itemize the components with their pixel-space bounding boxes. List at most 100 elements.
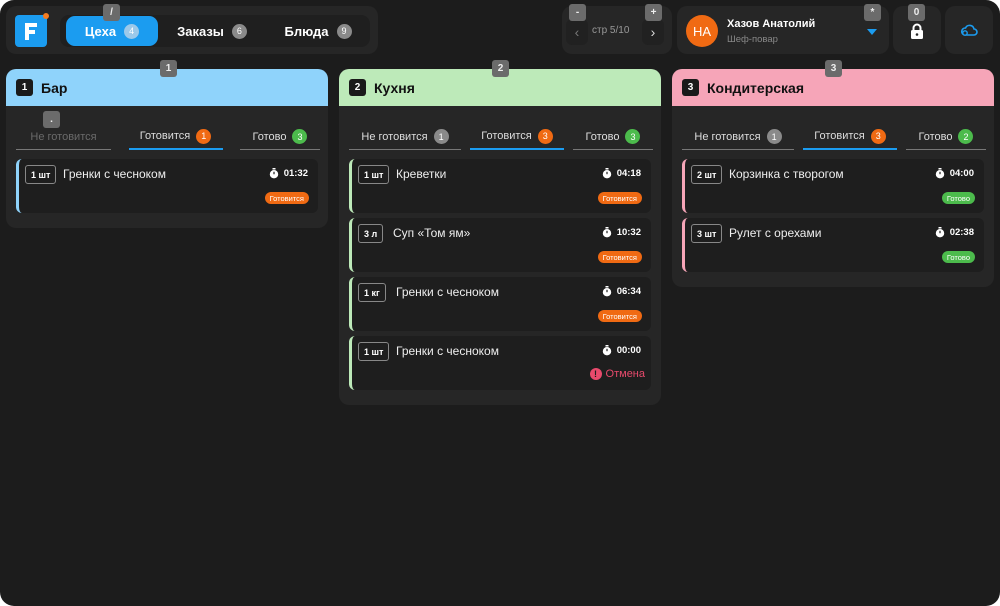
quantity-badge: 3 шт bbox=[691, 224, 723, 243]
dish-name: Корзинка с творогом bbox=[729, 167, 844, 181]
column-title: Кухня bbox=[374, 79, 415, 96]
stopwatch-icon bbox=[935, 168, 944, 179]
tab-label: Блюда bbox=[284, 23, 329, 39]
status-tabs: Не готовится 1 Готовится 3 Готово 3 bbox=[339, 106, 661, 150]
status-tab[interactable]: Готово 2 bbox=[906, 124, 986, 150]
tab-dishes[interactable]: Блюда 9 bbox=[268, 16, 368, 46]
shortcut-hint: 0 bbox=[908, 4, 925, 21]
column-number: 3 bbox=[682, 79, 699, 96]
avatar: НА bbox=[686, 15, 718, 47]
stopwatch-icon bbox=[602, 168, 611, 179]
quantity-badge: 1 шт bbox=[358, 165, 390, 184]
status-tab[interactable]: Готовится 1 bbox=[128, 124, 223, 150]
alert-icon: ! bbox=[589, 368, 602, 380]
lock-icon bbox=[911, 23, 923, 39]
status-tab[interactable]: Не готовится 1 bbox=[349, 124, 461, 150]
order-card[interactable]: 2 шт Корзинка с творогом 04:00 Готово bbox=[682, 159, 984, 213]
timer-value: 01:32 bbox=[283, 168, 308, 179]
status-tab[interactable]: Готово 3 bbox=[573, 124, 653, 150]
tab-label: Не готовится bbox=[694, 130, 761, 143]
order-list: 1 шт Гренки с чесноком 01:32 Готовится bbox=[6, 150, 328, 228]
status-tab[interactable]: Не готовится bbox=[16, 124, 111, 150]
quantity-badge: 1 шт bbox=[358, 342, 390, 361]
tab-count-badge: 1 bbox=[196, 128, 212, 144]
dish-name: Гренки с чесноком bbox=[396, 285, 499, 299]
tab-label: Цеха bbox=[84, 23, 117, 39]
prev-page-button[interactable]: ‹ bbox=[566, 19, 588, 45]
status-badge: Готовится bbox=[264, 192, 309, 204]
column-title: Бар bbox=[41, 79, 68, 96]
shortcut-hint: 3 bbox=[825, 60, 842, 77]
shortcut-hint: + bbox=[645, 4, 662, 21]
order-card[interactable]: 3 шт Рулет с орехами 02:38 Готово bbox=[682, 218, 984, 272]
order-card[interactable]: 1 шт Гренки с чесноком 00:00 ! Отмена bbox=[349, 336, 651, 390]
tab-count-badge: 3 bbox=[292, 129, 308, 144]
stopwatch-icon bbox=[602, 286, 611, 297]
tab-label: Готовится bbox=[481, 130, 532, 142]
timer: 02:38 bbox=[935, 227, 974, 238]
tab-count-badge: 1 bbox=[433, 129, 449, 144]
status-label: Отмена bbox=[605, 368, 645, 380]
stopwatch-icon bbox=[935, 227, 944, 238]
status-badge: Готовится bbox=[597, 251, 642, 263]
workshop-column-bar: 1 Бар Не готовится Готовится 1 Готово 3 … bbox=[6, 69, 328, 228]
shortcut-hint: . bbox=[43, 111, 60, 128]
workshop-column-pastry: 3 Кондитерская Не готовится 1 Готовится … bbox=[672, 69, 994, 287]
cloud-sync-button[interactable] bbox=[945, 6, 993, 54]
timer: 04:00 bbox=[935, 168, 974, 179]
chevron-down-icon[interactable] bbox=[867, 29, 877, 35]
status-tab[interactable]: Готово 3 bbox=[240, 124, 320, 150]
dish-name: Рулет с орехами bbox=[729, 226, 822, 240]
next-page-button[interactable]: › bbox=[642, 19, 664, 45]
tab-orders[interactable]: Заказы 6 bbox=[162, 16, 262, 46]
quantity-badge: 1 шт bbox=[25, 165, 57, 184]
cloud-icon bbox=[960, 24, 978, 36]
user-name: Хазов Анатолий bbox=[727, 18, 816, 30]
quantity-badge: 2 шт bbox=[691, 165, 723, 184]
timer: 06:34 bbox=[602, 286, 641, 297]
quantity-badge: 1 кг bbox=[358, 283, 386, 302]
tab-count-badge: 3 bbox=[537, 128, 553, 144]
timer-value: 04:18 bbox=[616, 168, 641, 179]
tab-label: Готовится bbox=[814, 130, 865, 142]
tab-label: Заказы bbox=[177, 23, 224, 39]
tab-count-badge: 3 bbox=[870, 128, 886, 144]
dish-name: Гренки с чесноком bbox=[396, 344, 499, 358]
timer-value: 10:32 bbox=[616, 227, 641, 238]
status-tabs: Не готовится 1 Готовится 3 Готово 2 bbox=[672, 106, 994, 150]
order-card[interactable]: 3 л Суп «Том ям» 10:32 Готовится bbox=[349, 218, 651, 272]
tab-count-badge: 3 bbox=[625, 129, 641, 144]
tab-label: Не готовится bbox=[361, 130, 428, 143]
workshop-column-kitchen: 2 Кухня Не готовится 1 Готовится 3 Готов… bbox=[339, 69, 661, 405]
order-list: 1 шт Креветки 04:18 Готовится 3 л Суп «Т… bbox=[339, 150, 661, 405]
order-card[interactable]: 1 кг Гренки с чесноком 06:34 Готовится bbox=[349, 277, 651, 331]
status-badge: Готовится bbox=[597, 310, 642, 322]
status-badge: Готовится bbox=[597, 192, 642, 204]
tab-count: 9 bbox=[336, 23, 352, 39]
timer: 10:32 bbox=[602, 227, 641, 238]
tab-count: 4 bbox=[124, 23, 140, 39]
dish-name: Суп «Том ям» bbox=[393, 226, 471, 240]
quantity-badge: 3 л bbox=[358, 224, 384, 243]
status-tab[interactable]: Готовится 3 bbox=[803, 124, 897, 150]
column-number: 1 bbox=[16, 79, 33, 96]
tab-label: Готовится bbox=[139, 130, 191, 142]
timer-value: 00:00 bbox=[616, 345, 641, 356]
order-card[interactable]: 1 шт Гренки с чесноком 01:32 Готовится bbox=[16, 159, 318, 213]
shortcut-hint: - bbox=[569, 4, 586, 21]
shortcut-hint: 1 bbox=[160, 60, 177, 77]
tab-label: Готово bbox=[918, 130, 953, 143]
status-tab[interactable]: Готовится 3 bbox=[470, 124, 564, 150]
page-indicator: стр 5/10 bbox=[592, 25, 630, 36]
shortcut-hint: 2 bbox=[492, 60, 509, 77]
timer-value: 04:00 bbox=[949, 168, 974, 179]
order-list: 2 шт Корзинка с творогом 04:00 Готово 3 … bbox=[672, 150, 994, 287]
order-card[interactable]: 1 шт Креветки 04:18 Готовится bbox=[349, 159, 651, 213]
status-tab[interactable]: Не готовится 1 bbox=[682, 124, 794, 150]
app-logo[interactable] bbox=[15, 13, 49, 47]
tab-label: Не готовится bbox=[30, 130, 97, 143]
tab-count: 6 bbox=[231, 23, 247, 39]
dish-name: Креветки bbox=[396, 167, 447, 181]
stopwatch-icon bbox=[602, 345, 611, 356]
column-title: Кондитерская bbox=[707, 79, 804, 96]
